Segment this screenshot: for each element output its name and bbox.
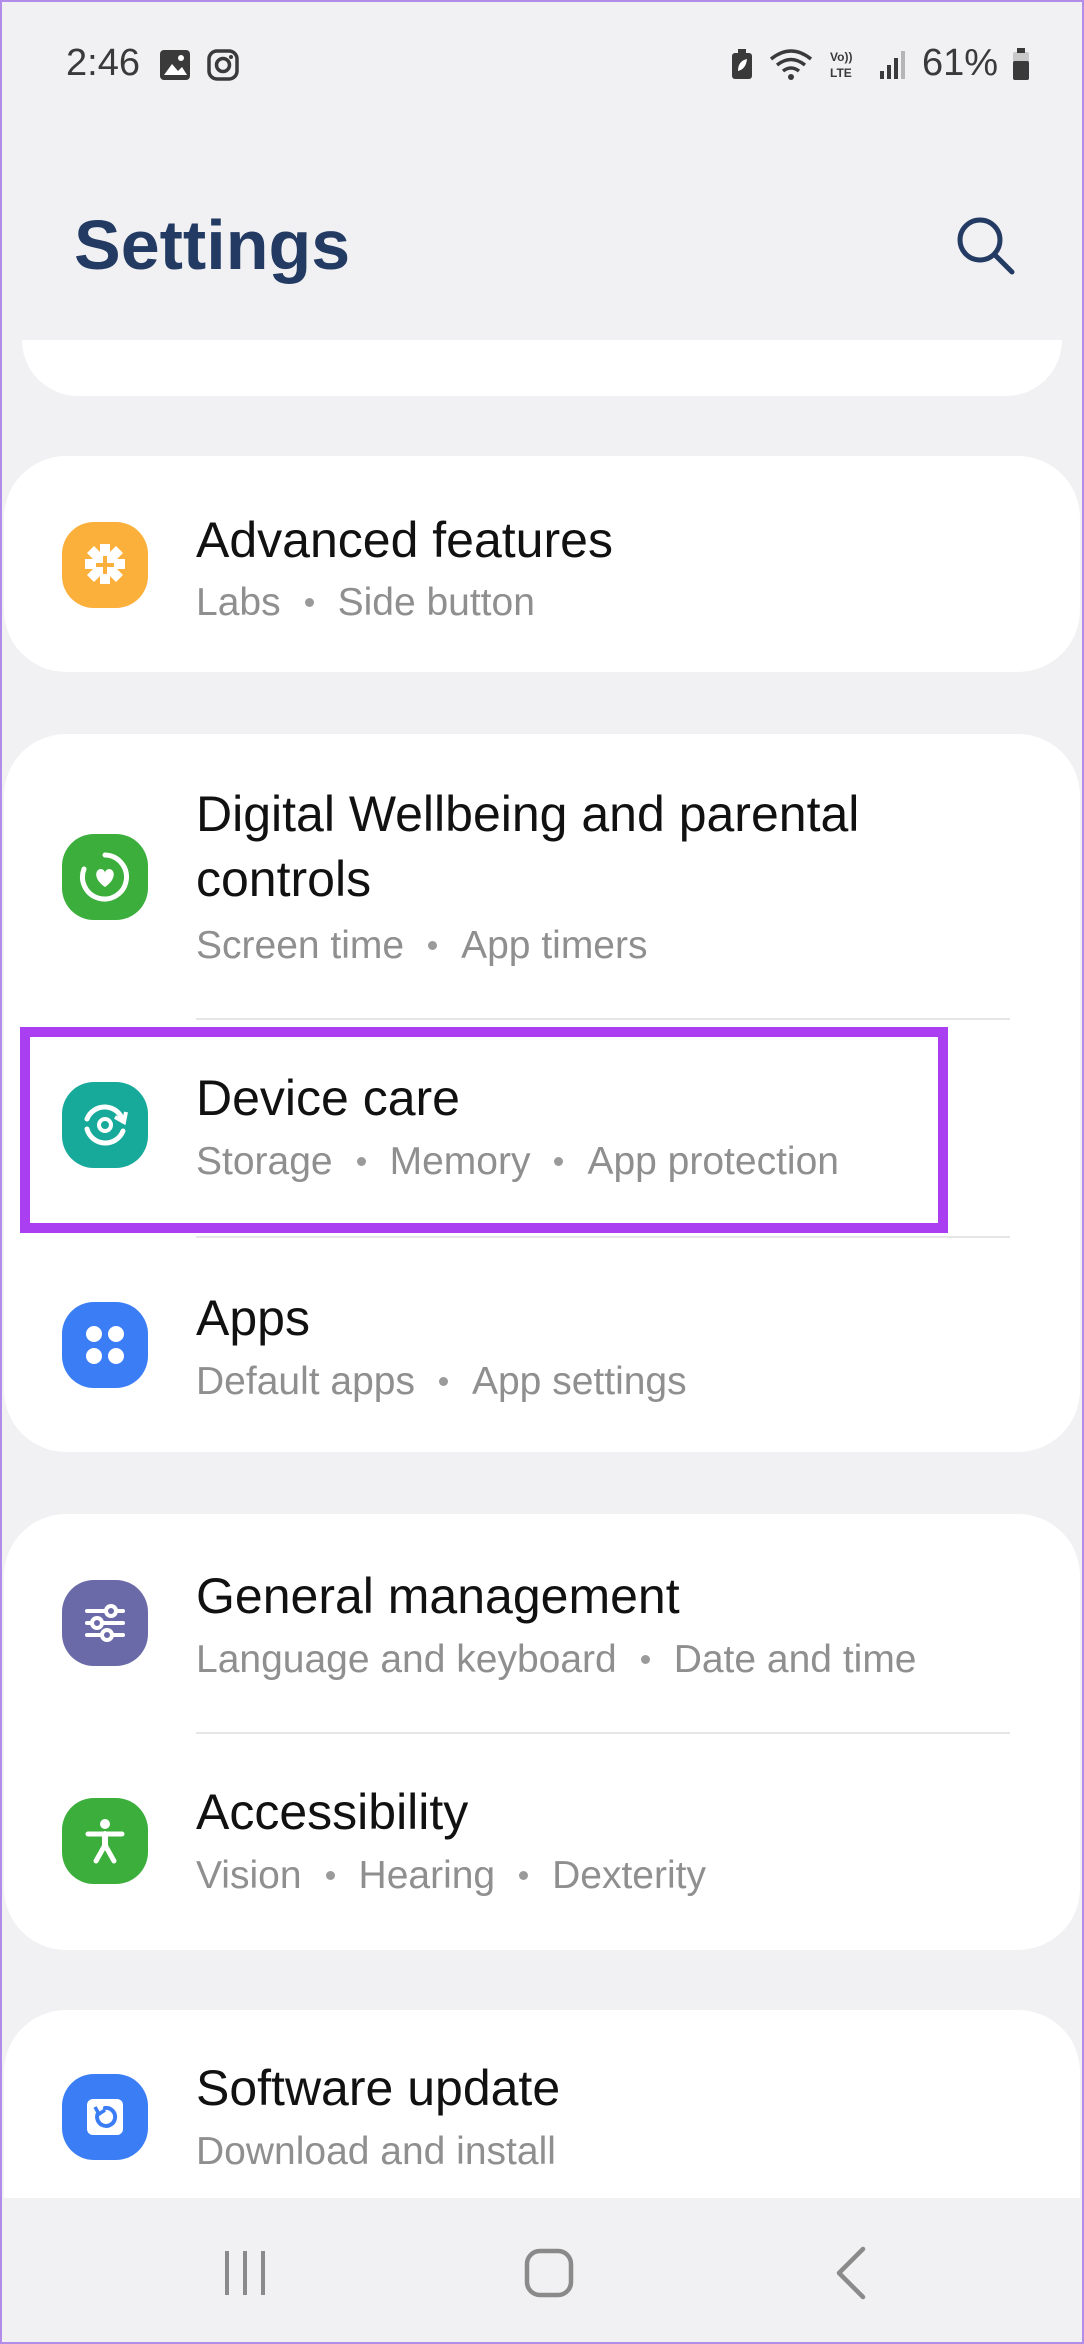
- recents-icon: [225, 2251, 265, 2295]
- recents-button[interactable]: [200, 2228, 290, 2318]
- back-icon: [836, 2246, 866, 2300]
- battery-icon: [1013, 47, 1029, 80]
- settings-card-advanced: Advanced features Labs Side button: [4, 456, 1080, 672]
- item-title: Accessibility: [196, 1784, 469, 1840]
- item-title: Digital Wellbeing and parental controls: [196, 786, 860, 907]
- general-management-icon: [62, 1580, 148, 1666]
- settings-item-accessibility[interactable]: Accessibility Vision Hearing Dexterity: [4, 1734, 1080, 1950]
- scrolled-card-edge: [22, 340, 1062, 396]
- item-subtitle: Screen time App timers: [196, 924, 648, 967]
- settings-item-digital-wellbeing[interactable]: Digital Wellbeing and parental controls …: [4, 734, 1080, 1018]
- item-title: Apps: [196, 1290, 310, 1346]
- battery-percent: 61%: [921, 42, 998, 84]
- item-subtitle: Vision Hearing Dexterity: [196, 1854, 706, 1897]
- item-subtitle: Labs Side button: [196, 581, 535, 624]
- home-button[interactable]: [504, 2228, 594, 2318]
- item-title: General management: [196, 1568, 680, 1624]
- status-time: 2:46: [66, 42, 140, 84]
- svg-text:LTE: LTE: [830, 66, 852, 80]
- instagram-notification-icon: [207, 49, 239, 81]
- svg-text:Vo)): Vo)): [830, 50, 852, 64]
- item-subtitle: Download and install: [196, 2130, 556, 2173]
- settings-item-advanced-features[interactable]: Advanced features Labs Side button: [4, 456, 1080, 672]
- search-button[interactable]: [950, 210, 1020, 280]
- item-title: Software update: [196, 2060, 561, 2116]
- item-subtitle: Default apps App settings: [196, 1360, 687, 1403]
- settings-card-software: Software update Download and install: [4, 2010, 1080, 2198]
- highlight-box: [20, 1027, 948, 1233]
- navigation-bar: [0, 2198, 1084, 2344]
- status-bar: 2:46 Vo)) LTE 61%: [0, 0, 1084, 130]
- settings-item-software-update[interactable]: Software update Download and install: [4, 2010, 1080, 2198]
- gallery-notification-icon: [160, 50, 190, 80]
- accessibility-icon: [62, 1798, 148, 1884]
- digital-wellbeing-icon: [62, 834, 148, 920]
- item-title: Advanced features: [196, 512, 613, 568]
- signal-icon: [879, 50, 905, 79]
- settings-item-apps[interactable]: Apps Default apps App settings: [4, 1238, 1080, 1452]
- search-icon: [957, 217, 1015, 275]
- apps-icon: [62, 1302, 148, 1388]
- volte-icon: Vo)) LTE: [830, 50, 852, 80]
- advanced-features-icon: [62, 522, 148, 608]
- page-title: Settings: [74, 206, 351, 284]
- settings-card-general: General management Language and keyboard…: [4, 1514, 1080, 1950]
- settings-item-general-management[interactable]: General management Language and keyboard…: [4, 1514, 1080, 1732]
- back-button[interactable]: [808, 2228, 898, 2318]
- wifi-icon: [769, 48, 813, 80]
- software-update-icon: [62, 2074, 148, 2160]
- item-subtitle: Language and keyboard Date and time: [196, 1638, 917, 1681]
- home-icon: [524, 2248, 574, 2298]
- battery-saver-icon: [731, 48, 752, 79]
